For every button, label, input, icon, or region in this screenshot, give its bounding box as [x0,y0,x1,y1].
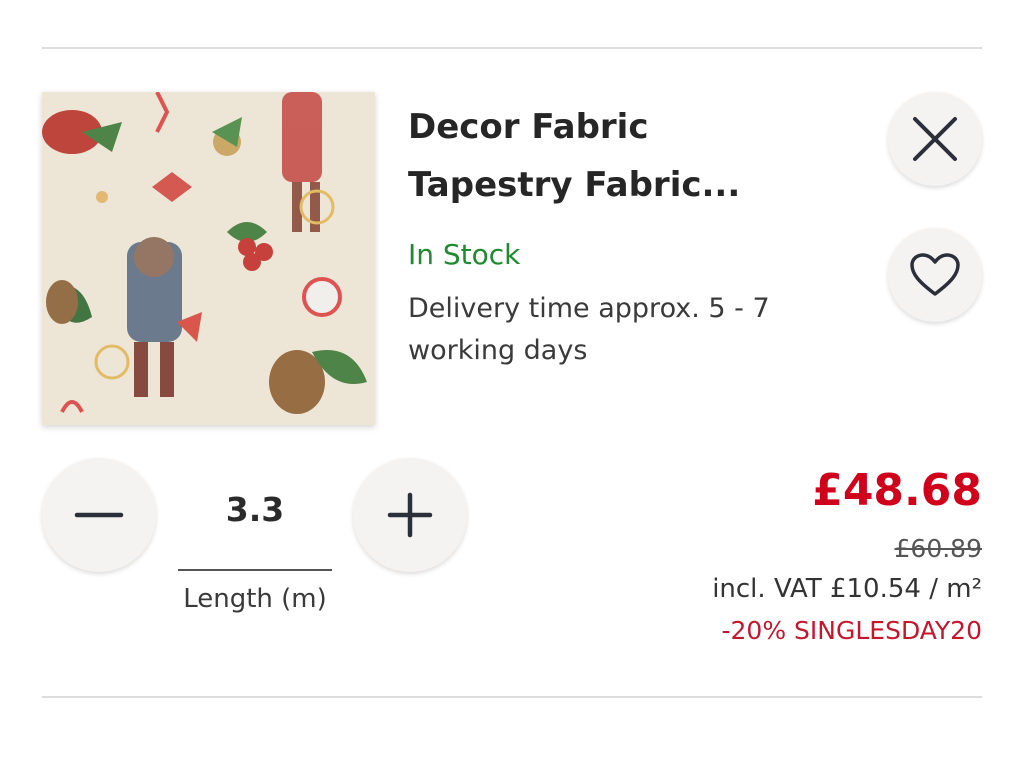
original-price: £60.89 [894,534,982,563]
decrease-quantity-button[interactable] [42,458,156,572]
minus-icon [74,512,124,518]
heart-icon [910,253,960,296]
delivery-time: Delivery time approx. 5 - 7 working days [408,293,770,366]
plus-icon [387,492,433,538]
product-title-line-1: Decor Fabric [408,107,649,147]
vat-info: incl. VAT £10.54 / m² [712,574,982,604]
current-price: £48.68 [812,465,982,516]
wishlist-button[interactable] [888,228,982,322]
quantity-label: Length (m) [183,584,327,614]
product-title-line-2: Tapestry Fabric... [408,165,741,205]
product-image[interactable] [42,92,375,425]
fabric-pattern [42,92,375,425]
increase-quantity-button[interactable] [353,458,467,572]
close-icon [913,117,957,161]
remove-item-button[interactable] [888,92,982,186]
promo-code: -20% SINGLESDAY20 [721,616,983,645]
product-title[interactable]: Decor Fabric Tapestry Fabric... [408,98,848,214]
top-divider [42,47,982,49]
quantity-value[interactable]: 3.3 [178,490,332,529]
quantity-underline [178,569,332,571]
bottom-divider [42,696,982,698]
stock-status: In Stock [408,238,521,271]
